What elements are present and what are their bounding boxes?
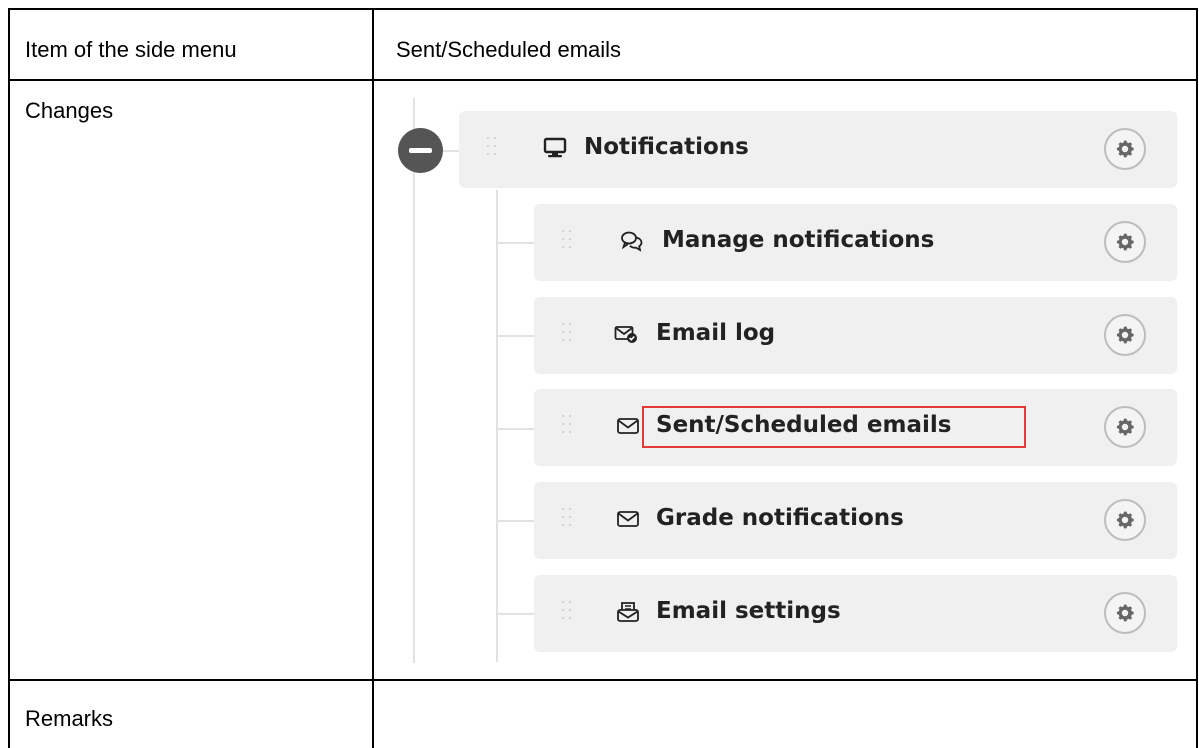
menu-item-label: Email settings bbox=[656, 598, 841, 624]
drag-handle-icon[interactable] bbox=[487, 137, 497, 161]
tree-branch bbox=[497, 335, 534, 337]
tree-line bbox=[496, 190, 498, 662]
menu-item-notifications[interactable]: Notifications bbox=[459, 111, 1177, 188]
row-divider-1 bbox=[10, 79, 1196, 81]
settings-button[interactable] bbox=[1104, 314, 1146, 356]
chat-bubbles-icon bbox=[621, 231, 643, 252]
row1-label: Item of the side menu bbox=[25, 37, 237, 62]
menu-item-email-log[interactable]: Email log bbox=[534, 297, 1177, 374]
menu-item-label: Sent/Scheduled emails bbox=[656, 412, 952, 438]
drag-handle-icon[interactable] bbox=[562, 230, 572, 254]
menu-item-manage-notifications[interactable]: Manage notifications bbox=[534, 204, 1177, 281]
tree-branch bbox=[443, 150, 459, 152]
drag-handle-icon[interactable] bbox=[562, 508, 572, 532]
settings-button[interactable] bbox=[1104, 128, 1146, 170]
collapse-button[interactable] bbox=[398, 128, 443, 173]
gear-icon bbox=[1116, 140, 1134, 158]
gear-icon bbox=[1116, 604, 1134, 622]
tree-branch bbox=[497, 428, 534, 430]
gear-icon bbox=[1116, 233, 1134, 251]
drag-handle-icon[interactable] bbox=[562, 323, 572, 347]
gear-icon bbox=[1116, 418, 1134, 436]
column-divider bbox=[372, 10, 374, 748]
envelope-icon bbox=[617, 511, 639, 527]
row1-value: Sent/Scheduled emails bbox=[396, 37, 622, 62]
monitor-icon bbox=[543, 137, 567, 158]
drag-handle-icon[interactable] bbox=[562, 415, 572, 439]
tree-branch bbox=[497, 242, 534, 244]
tree-branch bbox=[497, 613, 534, 615]
tree-branch bbox=[497, 520, 534, 522]
menu-item-label: Notifications bbox=[584, 134, 749, 160]
drag-handle-icon[interactable] bbox=[562, 601, 572, 625]
settings-button[interactable] bbox=[1104, 592, 1146, 634]
row3-label: Remarks bbox=[25, 706, 114, 731]
menu-item-label: Email log bbox=[656, 320, 776, 346]
envelope-icon bbox=[617, 418, 639, 434]
envelope-list-icon bbox=[617, 602, 639, 622]
envelope-check-icon bbox=[614, 326, 637, 343]
settings-button[interactable] bbox=[1104, 406, 1146, 448]
settings-button[interactable] bbox=[1104, 499, 1146, 541]
menu-item-email-settings[interactable]: Email settings bbox=[534, 575, 1177, 652]
settings-button[interactable] bbox=[1104, 221, 1146, 263]
menu-item-grade-notifications[interactable]: Grade notifications bbox=[534, 482, 1177, 559]
tree-line bbox=[413, 98, 415, 663]
menu-item-label: Grade notifications bbox=[656, 505, 904, 531]
gear-icon bbox=[1116, 511, 1134, 529]
menu-item-label: Manage notifications bbox=[662, 227, 935, 253]
row-divider-2 bbox=[10, 679, 1196, 681]
gear-icon bbox=[1116, 326, 1134, 344]
row2-label: Changes bbox=[25, 98, 114, 123]
menu-item-sent-scheduled-emails[interactable]: Sent/Scheduled emails bbox=[534, 389, 1177, 466]
